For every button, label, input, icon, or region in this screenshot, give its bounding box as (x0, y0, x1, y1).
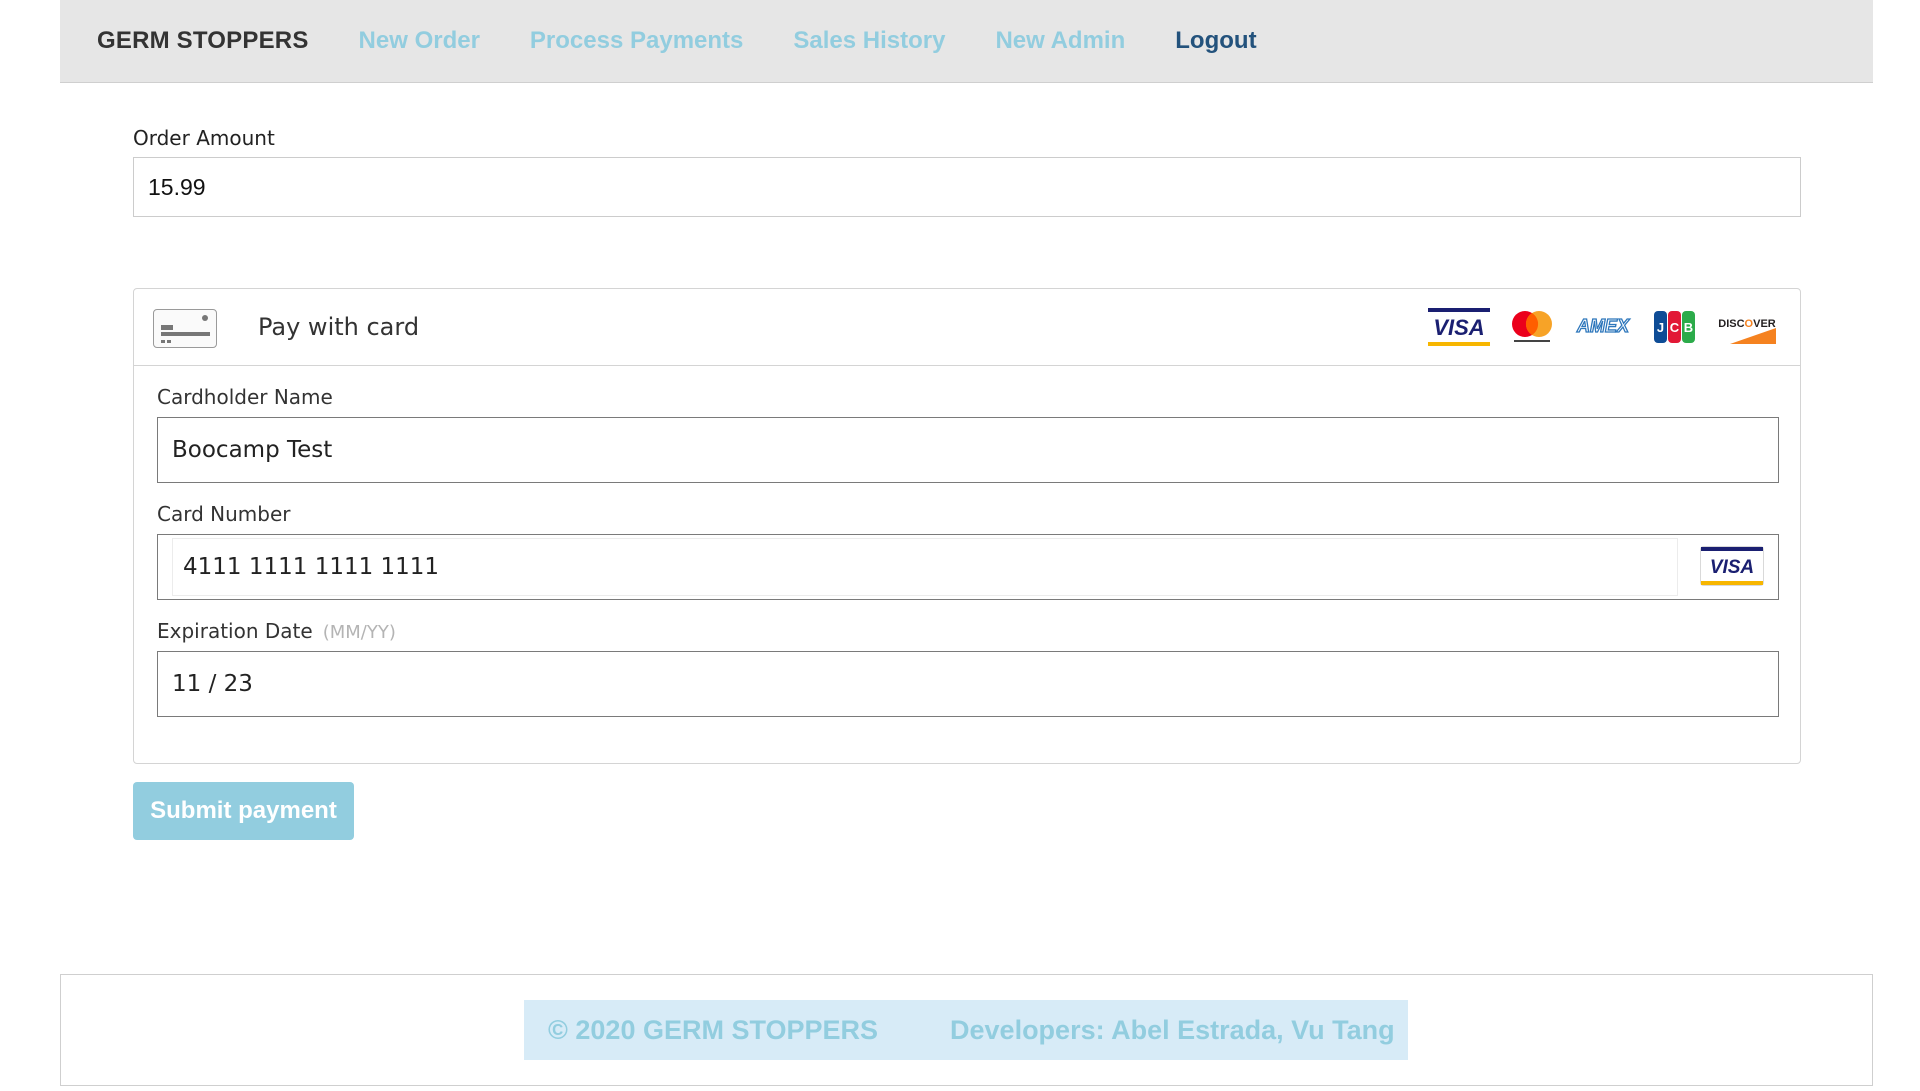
submit-payment-button[interactable]: Submit payment (133, 782, 354, 840)
nav-new-order[interactable]: New Order (359, 27, 480, 55)
svg-text:C: C (1670, 320, 1680, 335)
order-amount-label: Order Amount (133, 126, 275, 150)
expiration-date-value: 11 / 23 (172, 671, 253, 697)
svg-text:VISA: VISA (1710, 557, 1754, 578)
footer-band: © 2020 GERM STOPPERS Developers: Abel Es… (524, 1000, 1408, 1060)
amex-logo-icon: AMEX (1575, 315, 1630, 336)
card-number-input[interactable]: 4111 1111 1111 1111 VISA (157, 534, 1779, 600)
top-navbar: GERM STOPPERS New Order Process Payments… (60, 0, 1873, 83)
nav-logout[interactable]: Logout (1175, 27, 1256, 55)
footer-copyright: © 2020 GERM STOPPERS (548, 1014, 879, 1045)
svg-text:VISA: VISA (1433, 315, 1484, 340)
svg-text:B: B (1684, 320, 1693, 335)
jcb-logo-icon: J C B (1654, 311, 1695, 343)
expiration-label-text: Expiration Date (157, 619, 313, 643)
visa-logo-icon: VISA (1428, 308, 1490, 346)
card-number-label: Card Number (157, 502, 291, 526)
brand-name[interactable]: GERM STOPPERS (97, 27, 309, 55)
card-payment-panel: Pay with card VISA AMEX J C B DISCOVER C… (133, 288, 1801, 764)
accepted-card-brands: VISA AMEX J C B DISCOVER (1428, 308, 1776, 346)
nav-process-payments[interactable]: Process Payments (530, 27, 743, 55)
expiration-date-label: Expiration Date (MM/YY) (157, 619, 396, 643)
discover-logo-icon: DISCOVER (1718, 318, 1776, 344)
svg-text:DISCOVER: DISCOVER (1718, 318, 1776, 330)
pay-with-card-title: Pay with card (258, 313, 420, 341)
footer-developers: Developers: Abel Estrada, Vu Tang (950, 1014, 1395, 1045)
nav-new-admin[interactable]: New Admin (995, 27, 1125, 55)
page-footer: © 2020 GERM STOPPERS Developers: Abel Es… (60, 974, 1873, 1086)
svg-text:J: J (1657, 320, 1664, 335)
cardholder-name-input[interactable]: Boocamp Test (157, 417, 1779, 483)
expiration-date-input[interactable]: 11 / 23 (157, 651, 1779, 717)
nav-sales-history[interactable]: Sales History (793, 27, 945, 55)
order-amount-input[interactable] (133, 157, 1801, 217)
expiration-format-hint: (MM/YY) (322, 622, 396, 643)
card-panel-header: Pay with card VISA AMEX J C B DISCOVER (134, 289, 1800, 366)
cardholder-name-label: Cardholder Name (157, 385, 333, 409)
credit-card-icon (153, 309, 217, 348)
card-number-frame[interactable]: 4111 1111 1111 1111 (172, 538, 1678, 596)
cardholder-name-value: Boocamp Test (172, 437, 333, 463)
mastercard-logo-icon (1512, 311, 1552, 342)
detected-visa-icon: VISA (1700, 546, 1764, 586)
svg-text:AMEX: AMEX (1576, 316, 1630, 336)
card-number-value: 4111 1111 1111 1111 (183, 554, 440, 580)
